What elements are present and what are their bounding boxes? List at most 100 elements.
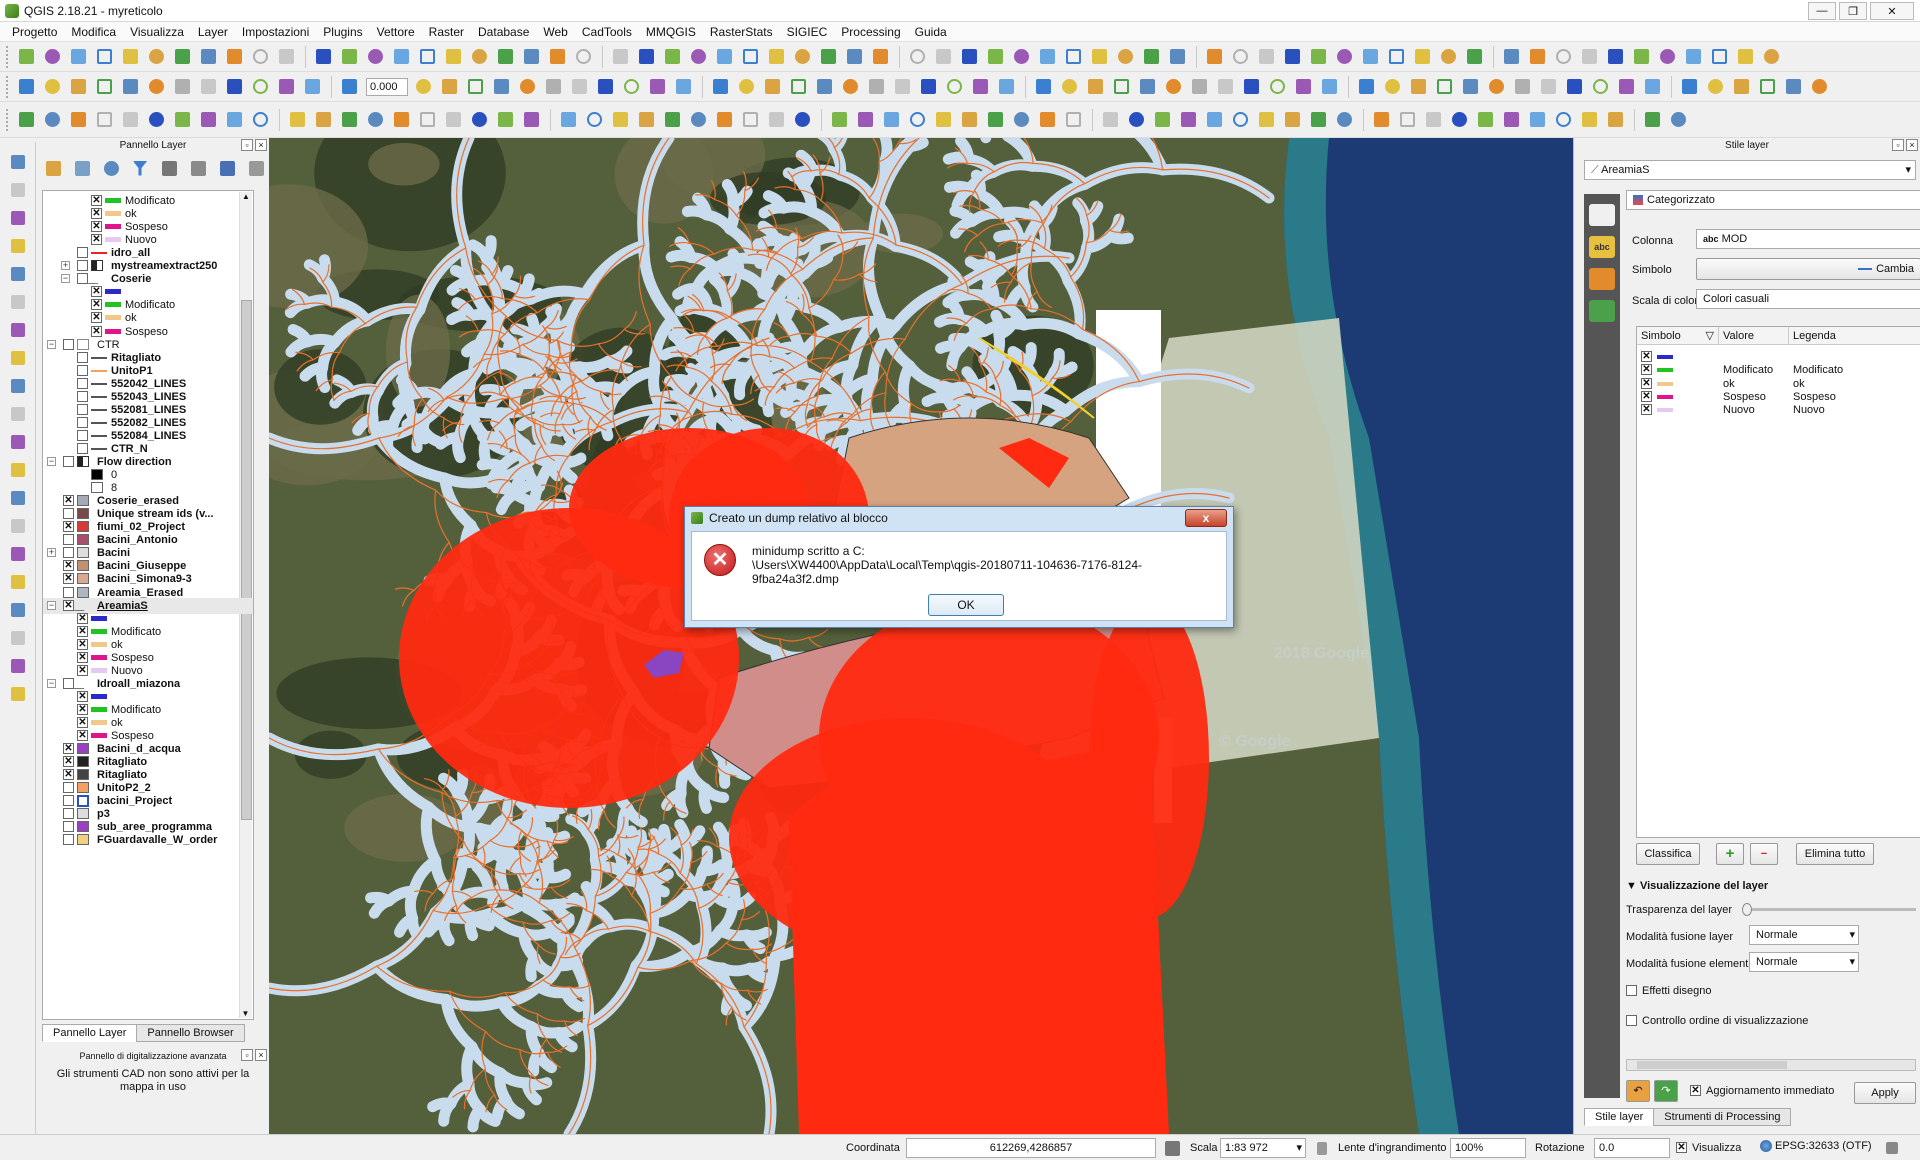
blend-elements-select[interactable]: Normale ▾ [1749,952,1859,972]
diagrams-icon[interactable] [1589,268,1615,290]
toolbar-tool-icon[interactable] [248,108,272,132]
toolbar-tool-icon[interactable] [92,75,116,99]
layer-visibility-checkbox[interactable] [77,247,88,259]
toolbar-tool-icon[interactable] [441,108,465,132]
remove-layer-icon[interactable] [244,156,268,180]
coordinate-field[interactable]: 612269,4286857 [906,1138,1156,1158]
toolbar-tool-icon[interactable] [1395,108,1419,132]
extents-toggle-icon[interactable] [1160,1136,1184,1160]
remove-category-icon[interactable]: − [1750,843,1778,865]
toolbar-tool-icon[interactable] [1577,108,1601,132]
toolbar-tool-icon[interactable] [363,108,387,132]
toolbar-tool-icon[interactable] [816,45,840,69]
expand-icon[interactable]: + [47,548,56,558]
maximize-button[interactable]: ❐ [1839,2,1867,20]
slider-handle[interactable] [1742,903,1752,916]
expand-all-icon[interactable] [186,156,210,180]
vertical-tool-icon[interactable] [6,654,30,678]
vertical-tool-icon[interactable] [6,346,30,370]
toolbar-tool-icon[interactable] [634,108,658,132]
toolbar-tool-icon[interactable] [660,45,684,69]
blend-layer-select[interactable]: Normale ▾ [1749,925,1859,945]
toolbar-tool-icon[interactable] [1655,45,1679,69]
toolbar-tool-icon[interactable] [1265,75,1289,99]
toolbar-tool-icon[interactable] [467,45,491,69]
labels-icon[interactable]: abc [1589,236,1615,258]
layer-visibility-checkbox[interactable] [77,403,88,415]
layer-visibility-checkbox[interactable]: ✕ [63,743,74,755]
toolbar-tool-icon[interactable] [556,108,580,132]
crs-button[interactable]: EPSG:32633 (OTF) [1760,1140,1872,1152]
toolbar-tool-icon[interactable] [1306,108,1330,132]
category-checkbox[interactable]: ✕ [1641,390,1652,402]
layer-tree-row[interactable]: FGuardavalle_W_order [43,832,253,848]
toolbar-tool-icon[interactable] [1135,75,1159,99]
toolbar-tool-icon[interactable] [1536,75,1560,99]
toolbar-tool-icon[interactable] [1484,75,1508,99]
collapse-icon[interactable]: − [61,274,70,284]
toolbar-tool-icon[interactable] [931,45,955,69]
toolbar-tool-icon[interactable] [1447,108,1471,132]
toolbar-tool-icon[interactable] [493,45,517,69]
layer-visibility-checkbox[interactable] [63,834,74,846]
toolbar-tool-icon[interactable] [1254,45,1278,69]
tab-layer-styling[interactable]: Stile layer [1584,1108,1655,1126]
menu-database[interactable]: Database [471,22,536,42]
magnifier-field[interactable]: 100% [1450,1138,1526,1158]
toolbar-tool-icon[interactable] [1176,108,1200,132]
toolbar-tool-icon[interactable] [1462,45,1486,69]
toolbar-tool-icon[interactable] [983,45,1007,69]
toolbar-tool-icon[interactable] [1150,108,1174,132]
layer-visibility-checkbox[interactable] [63,456,74,467]
toolbar-tool-icon[interactable] [337,108,361,132]
toolbar-tool-icon[interactable] [144,108,168,132]
toolbar-tool-icon[interactable] [1525,108,1549,132]
classify-button[interactable]: Classifica [1636,843,1700,865]
toolbar-tool-icon[interactable] [1421,108,1445,132]
undock-icon[interactable]: ▫ [1892,139,1904,151]
toolbar-tool-icon[interactable] [712,45,736,69]
collapse-icon[interactable]: − [47,678,56,688]
visibility-icon[interactable] [99,156,123,180]
live-update-checkbox[interactable]: ✕ [1690,1085,1701,1096]
toolbar-tool-icon[interactable] [1640,75,1664,99]
toolbar-tool-icon[interactable] [389,108,413,132]
toolbar-tool-icon[interactable] [66,108,90,132]
category-row[interactable]: ✕ Nuovo Nuovo [1637,402,1917,418]
layer-visibility-checkbox[interactable] [77,429,88,441]
toolbar-tool-icon[interactable] [957,108,981,132]
toolbar-tool-icon[interactable] [1551,45,1575,69]
toolbar-tool-icon[interactable] [1165,45,1189,69]
layer-visibility-checkbox[interactable] [77,273,88,285]
toolbar-tool-icon[interactable] [170,45,194,69]
layer-visibility-checkbox[interactable]: ✕ [91,195,102,206]
layer-visibility-checkbox[interactable]: ✕ [63,756,74,768]
vertical-tool-icon[interactable] [6,542,30,566]
vertical-tool-icon[interactable] [6,290,30,314]
toolbar-tool-icon[interactable] [1577,45,1601,69]
toolbar-tool-icon[interactable] [1213,75,1237,99]
toolbar-tool-icon[interactable] [686,108,710,132]
toolbar-tool-icon[interactable] [1083,75,1107,99]
toolbar-tool-icon[interactable] [300,75,324,99]
menu-vettore[interactable]: Vettore [370,22,422,42]
toolbar-tool-icon[interactable] [916,75,940,99]
toolbar-tool-icon[interactable] [842,45,866,69]
toolbar-tool-icon[interactable] [1499,108,1523,132]
vertical-tool-icon[interactable] [6,626,30,650]
tab-layer-panel[interactable]: Pannello Layer [42,1024,138,1042]
collapse-all-icon[interactable] [215,156,239,180]
toolbar-tool-icon[interactable] [671,75,695,99]
render-order-checkbox[interactable] [1626,1015,1637,1026]
layer-visibility-checkbox[interactable]: ✕ [77,690,88,702]
toolbar-tool-icon[interactable] [1729,75,1753,99]
toolbar-tool-icon[interactable] [905,45,929,69]
filter-icon[interactable] [128,156,152,180]
category-checkbox[interactable]: ✕ [1641,377,1652,389]
layer-visibility-checkbox[interactable] [77,351,88,363]
toolbar-tool-icon[interactable] [14,108,38,132]
layer-visibility-checkbox[interactable] [63,534,74,546]
layer-visibility-checkbox[interactable]: ✕ [91,286,102,298]
layer-visibility-checkbox[interactable]: ✕ [77,651,88,663]
toolbar-grip[interactable] [6,75,10,98]
